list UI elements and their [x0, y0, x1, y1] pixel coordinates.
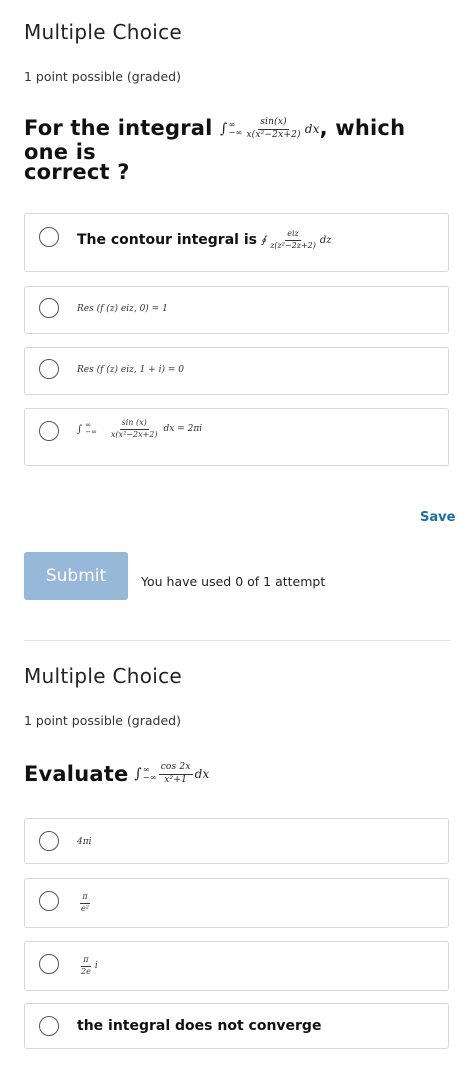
option-numerator: sin (x) [119, 418, 149, 430]
option-numerator: π [80, 892, 90, 904]
option-math: 4πi [77, 837, 92, 847]
radio-button[interactable] [39, 891, 59, 911]
option-numerator: π [81, 955, 91, 967]
radio-button[interactable] [39, 421, 59, 441]
problem1-points: 1 point possible (graded) [24, 69, 181, 84]
radio-button[interactable] [39, 298, 59, 318]
question-prefix: For the integral [24, 116, 213, 140]
radio-button[interactable] [39, 954, 59, 974]
integrand-denominator: x²+1 [164, 774, 188, 785]
option-differential: dz [319, 234, 332, 246]
option-rhs: dx = 2πi [163, 424, 203, 435]
problem1-option-4[interactable]: ∫ ∞ −∞ sin (x) x(x²−2x+2) dx = 2πi [24, 408, 449, 466]
option-label: The contour integral is [77, 232, 257, 249]
option-denominator: e² [81, 903, 89, 913]
option-math: π e² [77, 892, 93, 914]
option-math: Res (f (z) eiz, 1 + i) = 0 [77, 365, 184, 375]
section-divider [24, 640, 450, 641]
problem1-question: For the integral ∫ ∞ −∞ sin(x) x(x²−2x+2)… [24, 116, 454, 164]
problem2-option-1[interactable]: 4πi [24, 818, 449, 864]
question-prefix: Evaluate [24, 762, 129, 786]
attempts-text: You have used 0 of 1 attempt [141, 574, 326, 589]
problem1-title: Multiple Choice [24, 20, 183, 44]
problem1-option-2[interactable]: Res (f (z) eiz, 0) = 1 [24, 286, 449, 334]
option-math: ∫ ∞ −∞ sin (x) x(x²−2x+2) dx = 2πi [77, 418, 203, 440]
integrand-denominator: x(x²−2x+2) [246, 129, 301, 140]
option-denominator: 2e [81, 966, 91, 976]
option-denominator: x(x²−2x+2) [110, 429, 158, 439]
radio-button[interactable] [39, 831, 59, 851]
problem1-option-3[interactable]: Res (f (z) eiz, 1 + i) = 0 [24, 347, 449, 395]
radio-button[interactable] [39, 227, 59, 247]
integral-icon: ∫ [77, 423, 83, 435]
option-math: π 2e i [77, 955, 98, 977]
problem1-option-1[interactable]: The contour integral is ∮ eiz z(z²−2z+2)… [24, 213, 449, 272]
integral-expression: ∫ ∞ −∞ sin(x) x(x²−2x+2) dx [220, 117, 320, 141]
submit-button[interactable]: Submit [24, 552, 128, 600]
integral-icon: ∫ [134, 766, 142, 782]
problem1-question-line2: correct ? [24, 160, 130, 184]
integral-lower-limit: −∞ [142, 773, 157, 782]
integral-expression: ∫ ∞ −∞ cos 2x x²+1 dx [134, 762, 210, 786]
integral-lower-limit: −∞ [85, 428, 97, 437]
integrand-numerator: sin(x) [258, 117, 289, 130]
integral-differential: dx [304, 122, 320, 136]
problem2-points: 1 point possible (graded) [24, 713, 181, 728]
problem2-option-4[interactable]: the integral does not converge [24, 1003, 449, 1049]
radio-button[interactable] [39, 1016, 59, 1036]
option-denominator: z(z²−2z+2) [270, 240, 316, 250]
contour-integral-icon: ∮ [260, 234, 267, 246]
option-numerator: eiz [285, 229, 301, 241]
problem2-option-3[interactable]: π 2e i [24, 941, 449, 991]
integral-differential: dx [194, 767, 210, 781]
integrand-numerator: cos 2x [158, 762, 193, 775]
option-math: Res (f (z) eiz, 0) = 1 [77, 304, 168, 314]
option-suffix: i [94, 961, 98, 972]
problem2-question: Evaluate ∫ ∞ −∞ cos 2x x²+1 dx [24, 762, 210, 786]
integral-icon: ∫ [220, 121, 228, 137]
integral-lower-limit: −∞ [228, 128, 243, 137]
radio-button[interactable] [39, 359, 59, 379]
problem2-option-2[interactable]: π e² [24, 878, 449, 928]
option-label: the integral does not converge [77, 1018, 322, 1034]
save-link[interactable]: Save [420, 510, 455, 525]
problem2-title: Multiple Choice [24, 664, 183, 688]
